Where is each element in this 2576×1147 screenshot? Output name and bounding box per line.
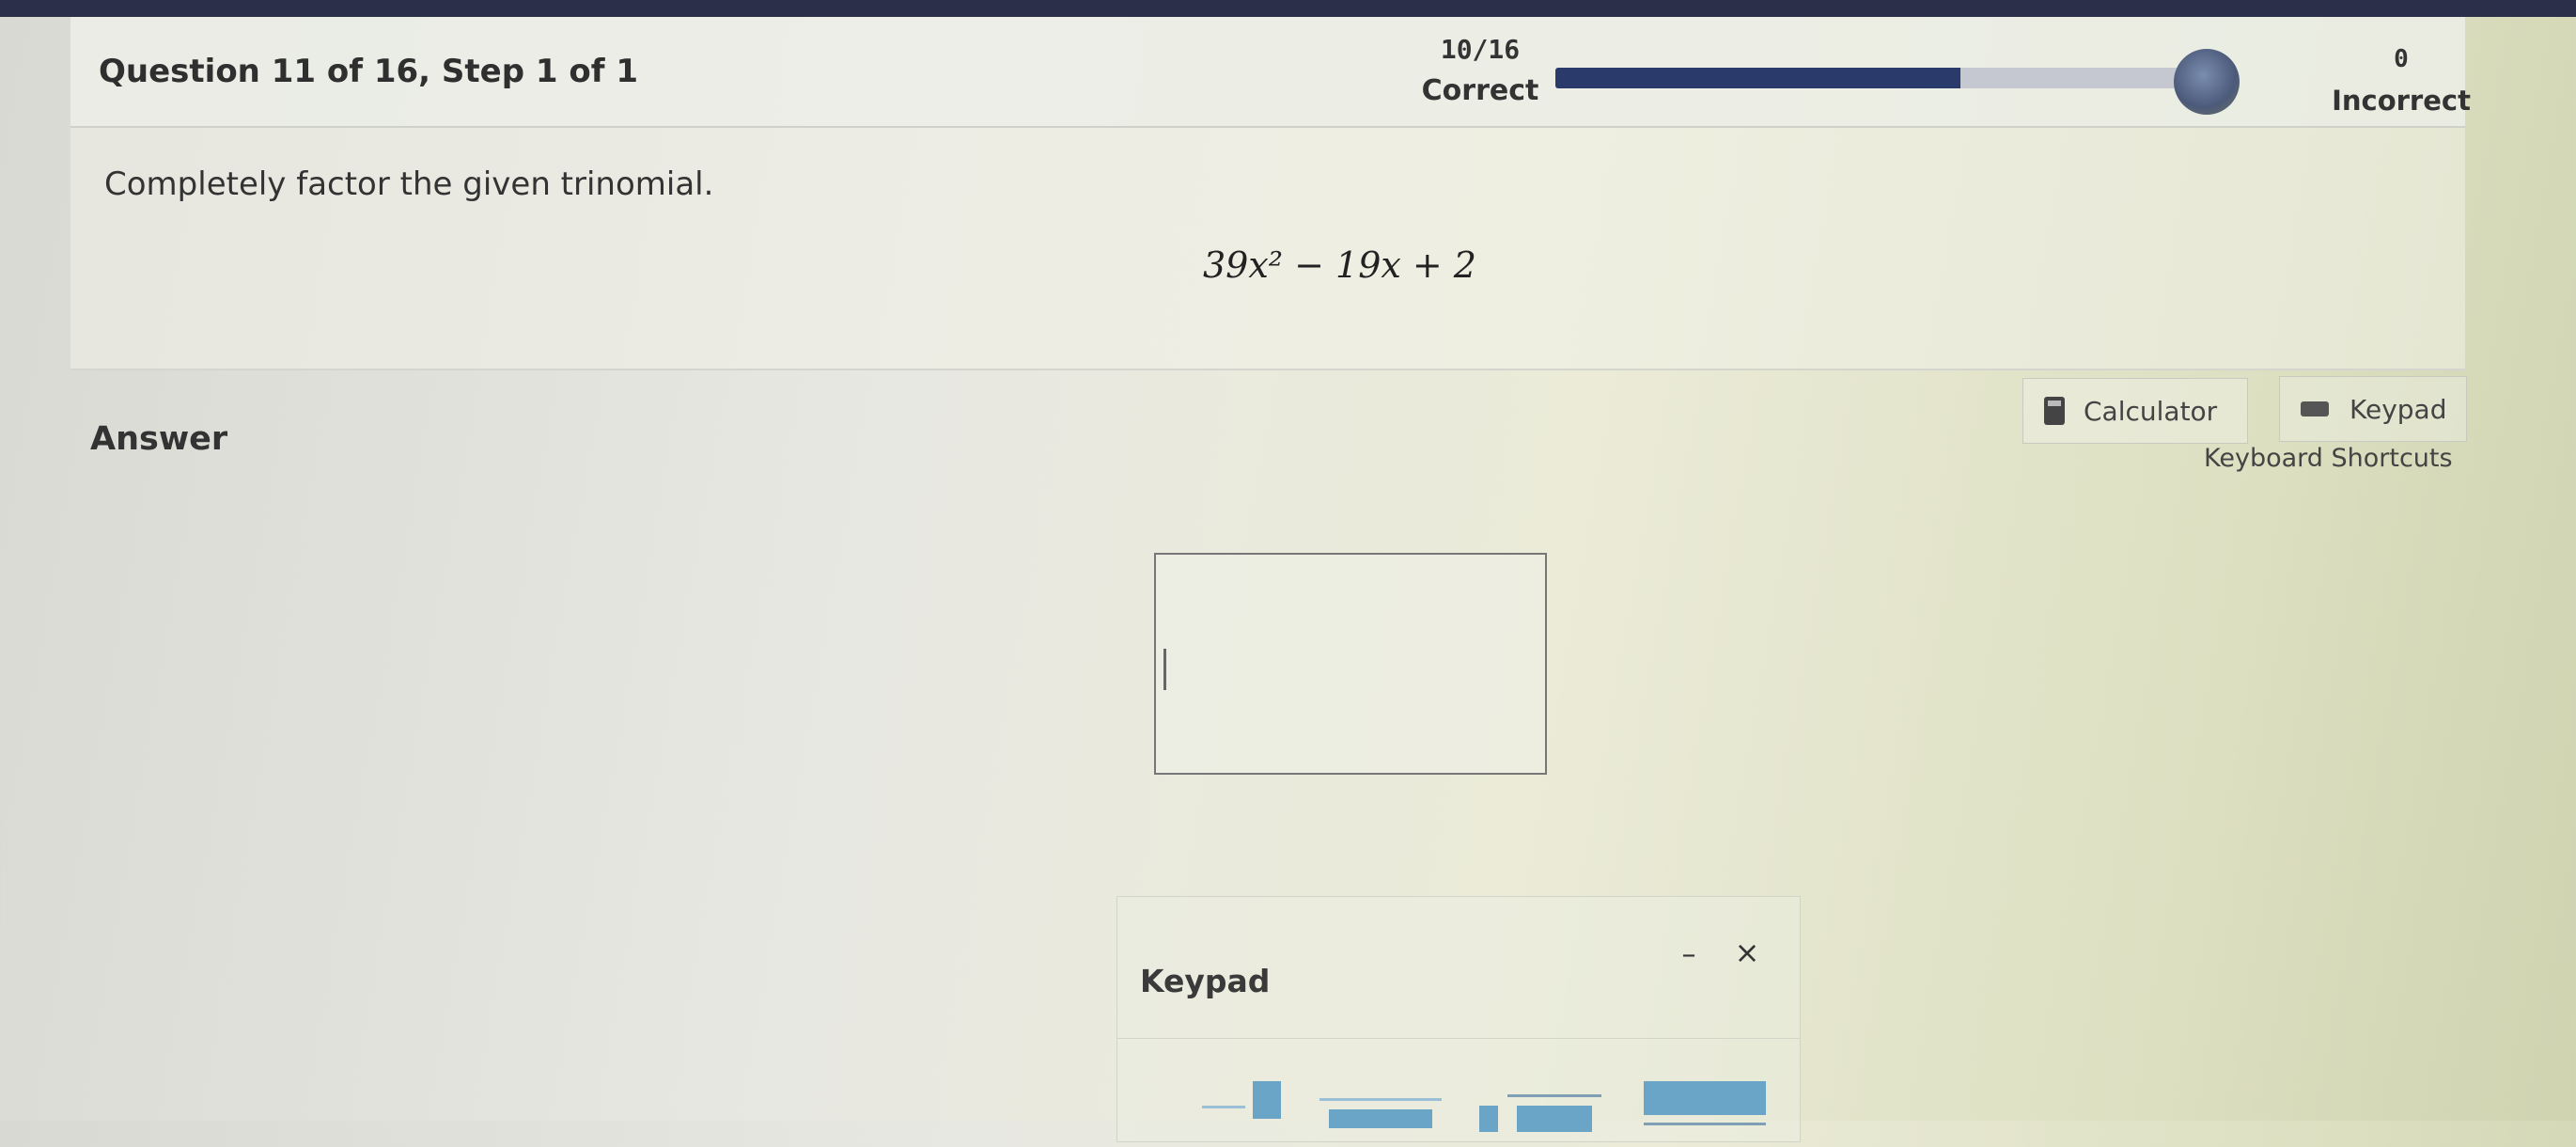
keypad-title: Keypad: [1140, 963, 1271, 999]
text-cursor: [1163, 649, 1166, 690]
calculator-button[interactable]: Calculator: [2022, 378, 2248, 444]
square-root-key[interactable]: [1479, 1081, 1611, 1147]
keypad-button-label: Keypad: [2350, 393, 2447, 425]
fraction-key[interactable]: [1644, 1081, 1775, 1147]
keypad-button[interactable]: Keypad: [2279, 376, 2467, 442]
correct-count: 10/16: [1440, 34, 1521, 65]
keypad-divider: [1117, 1038, 1800, 1039]
answer-label: Answer: [90, 420, 228, 458]
close-button[interactable]: ×: [1719, 935, 1775, 976]
calculator-label: Calculator: [2084, 395, 2218, 427]
keyboard-icon: [2301, 401, 2329, 416]
correct-score: 10/16 Correct: [1377, 34, 1584, 107]
correct-label: Correct: [1421, 74, 1539, 107]
progress-fill: [1555, 68, 1961, 88]
question-header: Question 11 of 16, Step 1 of 1 10/16 Cor…: [70, 17, 2471, 128]
minimize-button[interactable]: –: [1661, 938, 1717, 976]
top-window-strip: [0, 0, 2576, 17]
incorrect-score: 0 Incorrect: [2288, 45, 2514, 117]
subscript-key[interactable]: [1319, 1081, 1460, 1147]
answer-input[interactable]: [1154, 553, 1547, 775]
avatar[interactable]: [2174, 49, 2240, 115]
question-title: Question 11 of 16, Step 1 of 1: [99, 53, 639, 90]
trinomial-expression: 39x² − 19x + 2: [1203, 244, 1476, 286]
question-instruction: Completely factor the given trinomial.: [104, 165, 714, 203]
keyboard-shortcuts-link[interactable]: Keyboard Shortcuts: [2204, 444, 2453, 473]
exponent-key[interactable]: [1202, 1081, 1287, 1147]
keypad-panel: Keypad – ×: [1116, 896, 1801, 1142]
incorrect-label: Incorrect: [2332, 85, 2471, 117]
question-prompt: Completely factor the given trinomial. 3…: [70, 128, 2465, 370]
progress-bar: [1555, 68, 2204, 88]
calculator-icon: [2044, 397, 2065, 425]
incorrect-count: 0: [2394, 45, 2409, 73]
